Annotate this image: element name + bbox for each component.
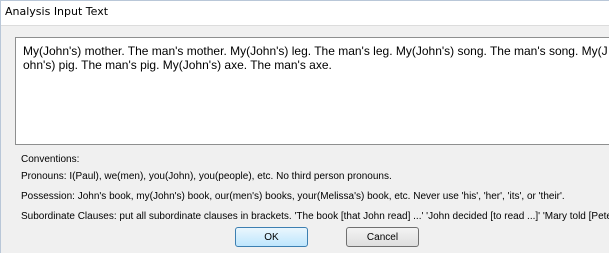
convention-subordinate-clauses: Subordinate Clauses: put all subordinate…	[21, 211, 609, 222]
ok-button[interactable]: OK	[235, 227, 308, 247]
analysis-text-input[interactable]: My(John's) mother. The man's mother. My(…	[15, 37, 609, 145]
analysis-text-value[interactable]: My(John's) mother. The man's mother. My(…	[23, 44, 609, 72]
conventions-heading: Conventions:	[21, 154, 80, 165]
convention-possession: Possession: John's book, my(John's) book…	[21, 191, 565, 202]
convention-pronouns: Pronouns: I(Paul), we(men), you(John), y…	[21, 171, 392, 182]
title-bar[interactable]: Analysis Input Text	[1, 1, 609, 26]
window-title: Analysis Input Text	[5, 5, 109, 18]
analysis-input-dialog: Analysis Input Text My(John's) mother. T…	[0, 0, 609, 253]
cancel-button[interactable]: Cancel	[346, 227, 419, 247]
